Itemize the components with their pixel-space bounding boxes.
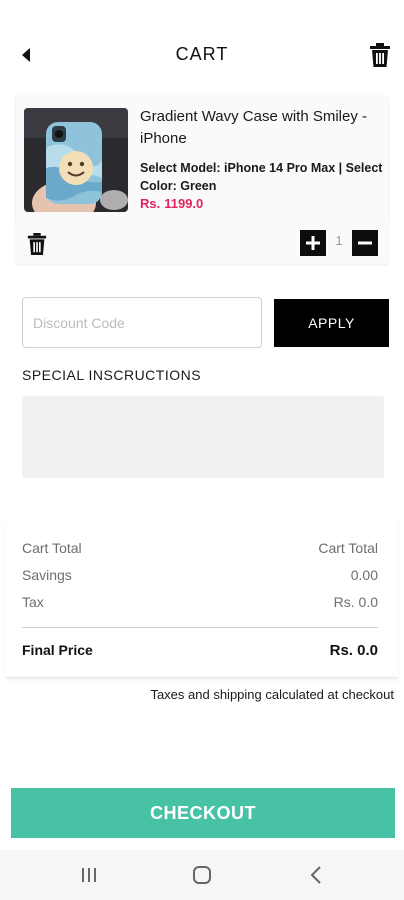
special-instructions-field[interactable]	[22, 396, 384, 478]
app-header: CART	[0, 30, 404, 80]
final-price-row: Final Price Rs. 0.0	[22, 642, 378, 662]
order-summary: Cart Total Cart Total Savings 0.00 Tax R…	[6, 520, 398, 678]
remove-item-icon[interactable]	[26, 232, 48, 256]
cart-item-actions: 1	[16, 224, 388, 264]
minus-icon	[358, 241, 372, 245]
tax-shipping-note: Taxes and shipping calculated at checkou…	[150, 687, 394, 702]
checkout-button[interactable]: CHECKOUT	[11, 788, 395, 838]
tax-label: Tax	[22, 594, 44, 610]
special-instructions-label: SPECIAL INSCRUCTIONS	[22, 367, 202, 383]
price-currency: Rs.	[140, 196, 161, 211]
tax-value: Rs. 0.0	[333, 594, 378, 610]
trash-icon[interactable]	[368, 42, 392, 68]
system-navigation-bar	[0, 850, 404, 900]
quantity-increase-button[interactable]	[300, 230, 326, 256]
cart-total-value: Cart Total	[318, 540, 378, 556]
quantity-decrease-button[interactable]	[352, 230, 378, 256]
final-price-label: Final Price	[22, 642, 93, 658]
product-image[interactable]	[24, 108, 128, 212]
cart-total-label: Cart Total	[22, 540, 82, 556]
plus-icon	[306, 236, 320, 250]
apply-discount-button[interactable]: APPLY	[274, 299, 389, 347]
cart-total-row: Cart Total Cart Total	[22, 540, 378, 560]
discount-code-input[interactable]	[22, 297, 262, 348]
price-amount: 1199.0	[164, 196, 204, 211]
home-icon[interactable]	[190, 864, 214, 886]
product-price: Rs. 1199.0	[140, 196, 203, 211]
savings-label: Savings	[22, 567, 72, 583]
summary-divider	[22, 627, 378, 628]
tax-row: Tax Rs. 0.0	[22, 594, 378, 614]
product-variant: Select Model: iPhone 14 Pro Max | Select…	[140, 161, 383, 193]
nav-back-icon[interactable]	[305, 864, 329, 886]
savings-value: 0.00	[350, 567, 378, 583]
cart-item-card: Gradient Wavy Case with Smiley - iPhone …	[16, 96, 388, 224]
savings-row: Savings 0.00	[22, 567, 378, 587]
final-price-value: Rs. 0.0	[329, 642, 378, 659]
recent-apps-icon[interactable]	[77, 864, 101, 886]
product-name[interactable]: Gradient Wavy Case with Smiley - iPhone	[140, 106, 384, 150]
quantity-value: 1	[335, 233, 343, 248]
page-title: CART	[175, 44, 229, 64]
